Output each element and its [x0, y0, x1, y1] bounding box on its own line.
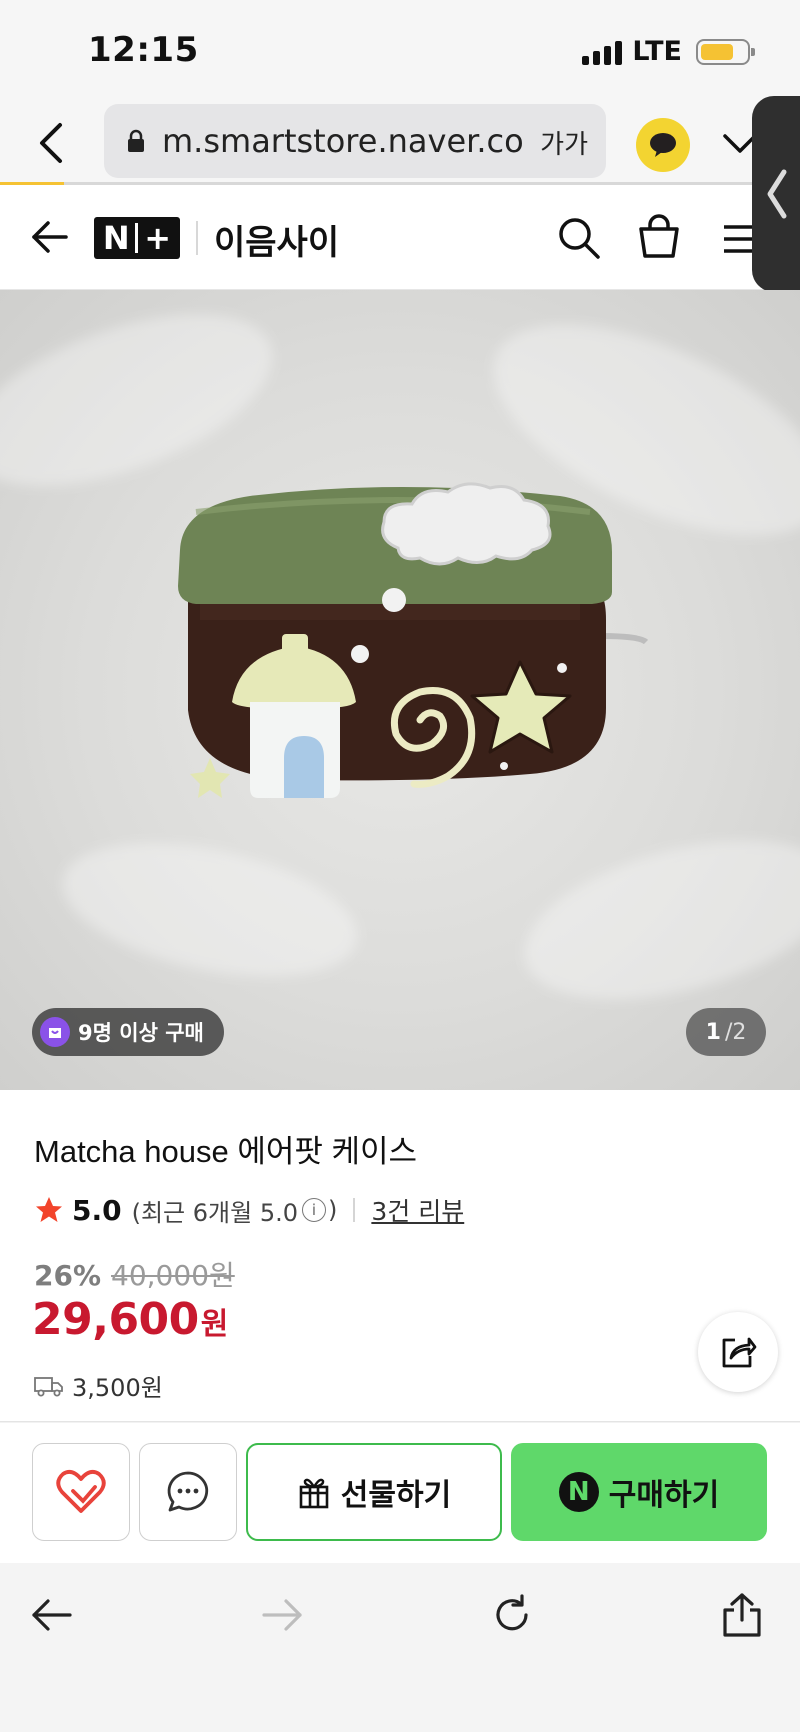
side-panel-tab[interactable] [752, 96, 800, 292]
arrow-left-icon[interactable] [28, 215, 72, 259]
like-button[interactable] [32, 1443, 130, 1541]
rating-recent-text: (최근 6개월 5.0 [131, 1198, 298, 1227]
heart-icon [56, 1469, 106, 1513]
product-info: Matcha house 에어팟 케이스 5.0 (최근 6개월 5.0 i )… [0, 1090, 800, 1422]
price-row: 29,600 원 [32, 1294, 228, 1345]
forward-icon[interactable] [256, 1589, 308, 1641]
rating-score: 5.0 [72, 1193, 122, 1227]
chat-icon [167, 1471, 209, 1512]
browser-toolbar [0, 1563, 800, 1732]
gift-button[interactable]: 선물하기 [246, 1443, 502, 1541]
buy-label: 구매하기 [608, 1478, 720, 1513]
reload-icon[interactable] [486, 1589, 538, 1641]
product-image[interactable]: 9명 이상 구매 1 /2 [0, 290, 800, 1090]
chevron-left-icon [767, 169, 787, 219]
total-pages: /2 [724, 1019, 747, 1045]
sale-price: 29,600 [32, 1294, 199, 1345]
url-field[interactable]: m.smartstore.naver.com 가가 [104, 104, 606, 178]
signal-icon [582, 39, 623, 65]
buyer-count-badge: 9명 이상 구매 [32, 1008, 224, 1056]
gift-label: 선물하기 [340, 1478, 452, 1513]
star-icon [36, 1197, 62, 1222]
store-header: N + 이음사이 [0, 185, 800, 290]
bag-icon [40, 1017, 70, 1047]
purchase-action-bar: 선물하기 N 구매하기 [0, 1423, 800, 1563]
talk-button[interactable] [139, 1443, 237, 1541]
npay-icon: N [558, 1472, 599, 1512]
kakaotalk-icon[interactable] [636, 118, 690, 172]
gift-icon [299, 1478, 329, 1509]
search-icon[interactable] [556, 215, 602, 261]
text-size-button[interactable]: 가가 [534, 124, 588, 161]
truck-icon [34, 1376, 63, 1396]
store-name[interactable]: 이음사이 [214, 215, 339, 264]
original-price: 40,000원 [111, 1259, 235, 1292]
current-page: 1 [705, 1019, 721, 1045]
buyer-count-text: 9명 이상 구매 [78, 1021, 204, 1045]
battery-icon [696, 38, 755, 65]
discount-row: 26% 40,000원 [34, 1254, 235, 1294]
review-link[interactable]: 3건 리뷰 [371, 1192, 464, 1228]
naver-plus-logo[interactable]: N + [94, 217, 180, 259]
browser-address-bar: m.smartstore.naver.com 가가 [0, 104, 800, 184]
divider [353, 1198, 356, 1222]
buy-button[interactable]: N 구매하기 [511, 1443, 767, 1541]
rating-recent: (최근 6개월 5.0 i ) [132, 1193, 338, 1228]
airpods-case-illustration [178, 482, 649, 798]
cart-icon[interactable] [636, 213, 682, 261]
image-page-indicator: 1 /2 [686, 1008, 766, 1056]
share-icon [722, 1337, 757, 1368]
status-indicators: LTE [582, 36, 755, 67]
discount-rate: 26% [34, 1259, 102, 1292]
share-button[interactable] [698, 1312, 778, 1392]
product-title: Matcha house 에어팟 케이스 [34, 1134, 418, 1169]
rating-recent-close: ) [328, 1196, 338, 1224]
back-icon[interactable] [30, 118, 70, 168]
upload-icon[interactable] [716, 1589, 768, 1641]
browser-back-icon[interactable] [26, 1589, 78, 1641]
divider [196, 221, 198, 255]
shipping-row: 3,500원 [34, 1368, 163, 1403]
network-type: LTE [632, 36, 682, 67]
rating-row: 5.0 (최근 6개월 5.0 i ) 3건 리뷰 [34, 1192, 464, 1228]
url-text: m.smartstore.naver.com [162, 122, 522, 160]
status-time: 12:15 [88, 30, 199, 70]
info-icon[interactable]: i [302, 1198, 326, 1222]
shipping-fee: 3,500원 [72, 1374, 163, 1402]
status-bar: 12:15 LTE [0, 0, 800, 104]
price-unit: 원 [200, 1307, 229, 1342]
lock-icon [126, 129, 146, 153]
